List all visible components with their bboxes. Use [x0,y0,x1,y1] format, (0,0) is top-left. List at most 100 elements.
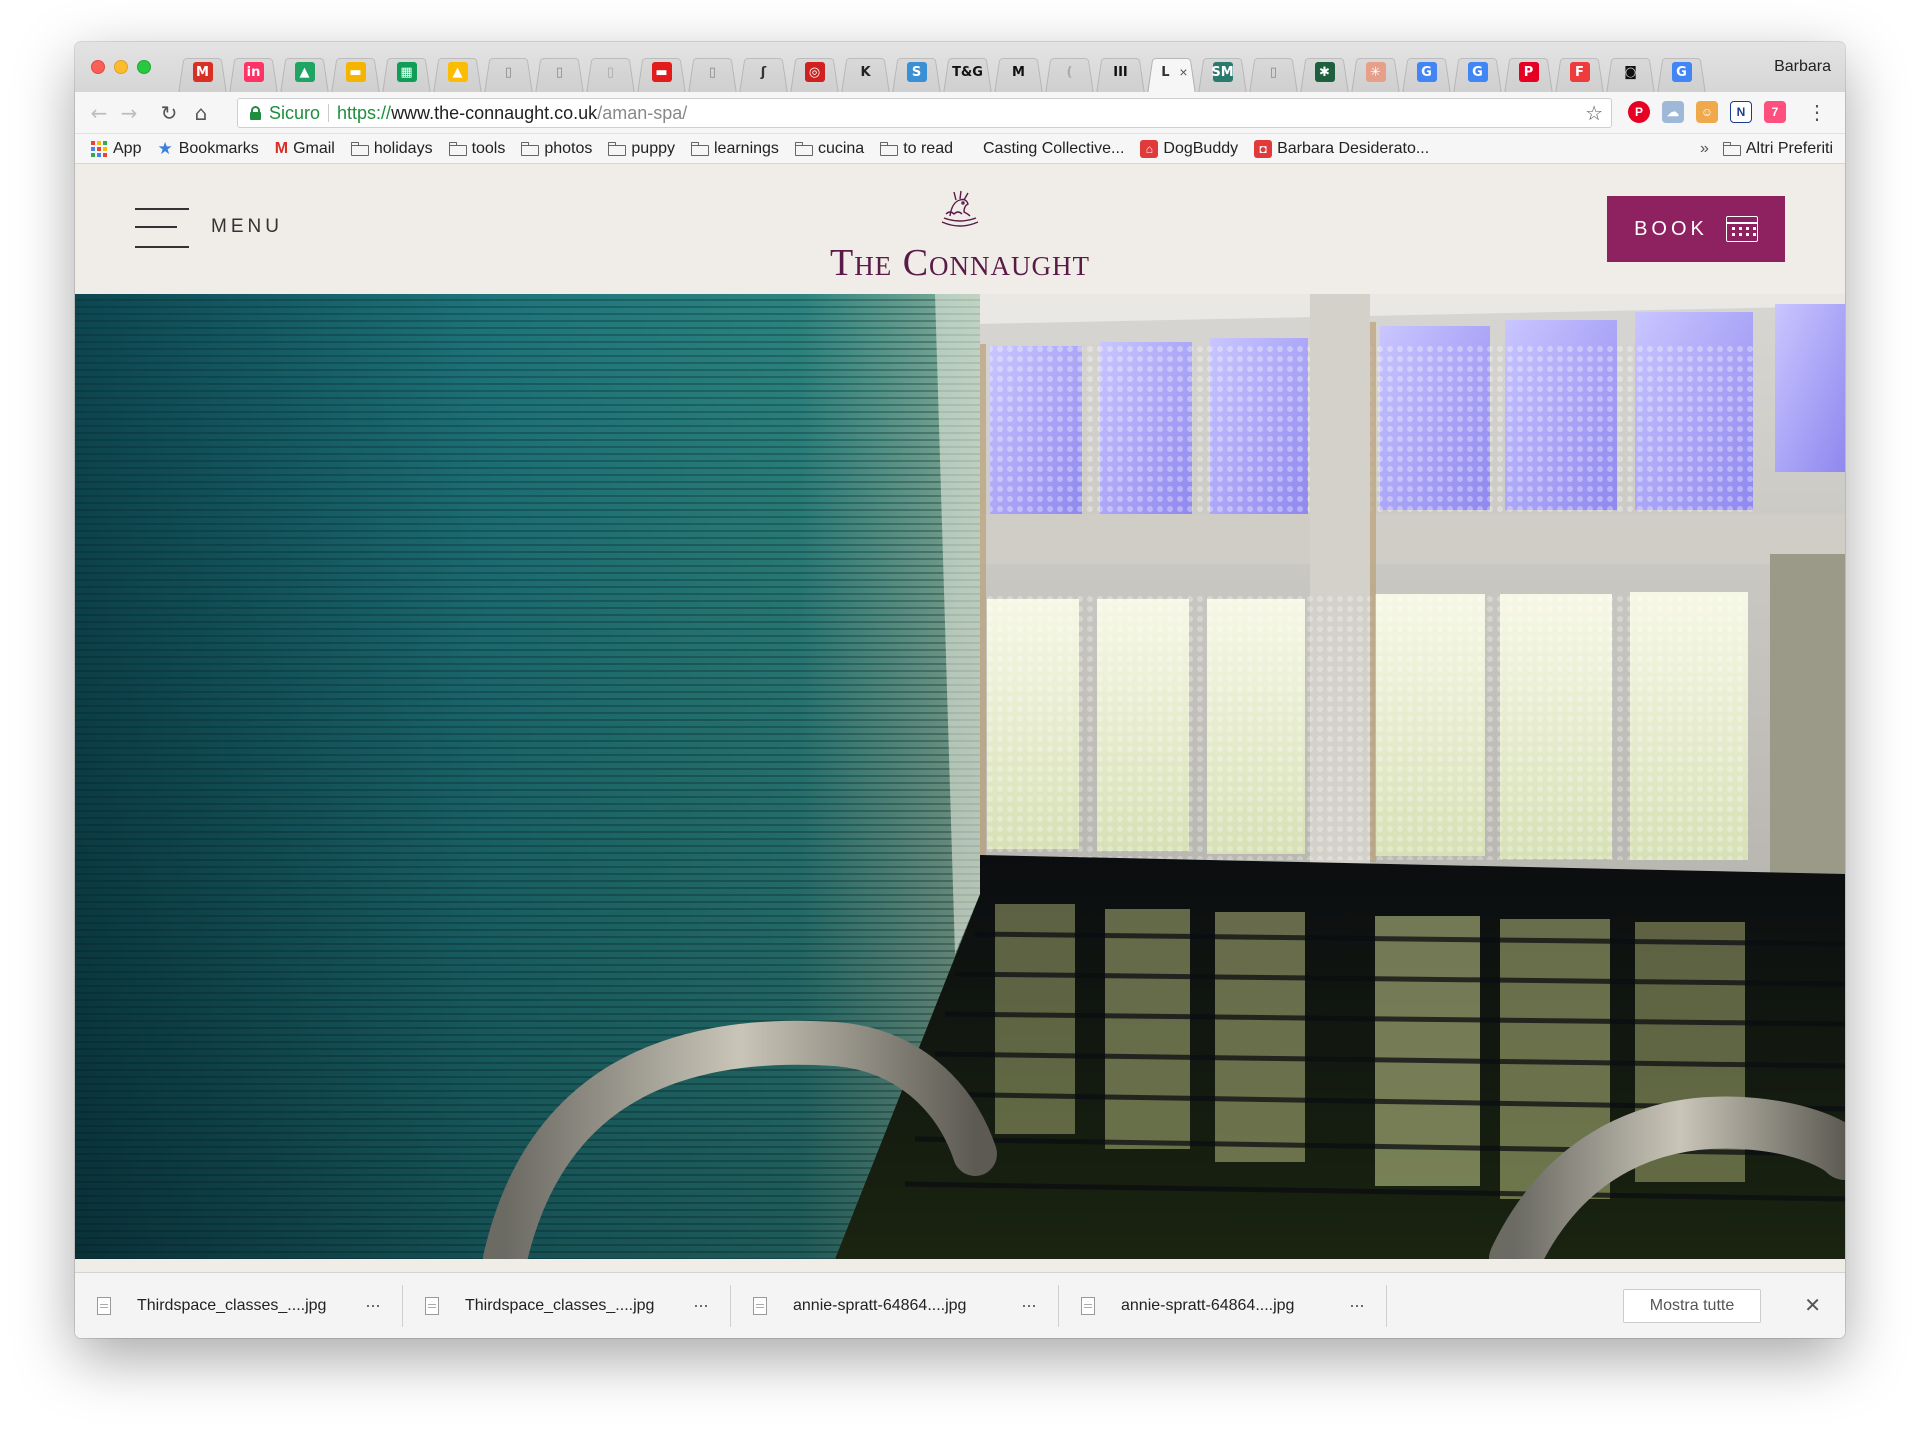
bookmark-app[interactable]: App [91,140,141,158]
tab[interactable]: S [891,52,942,92]
bookmark-casting-collective[interactable]: Casting Collective... [983,140,1124,158]
close-tab-icon[interactable]: × [1179,64,1187,80]
close-download-bar-icon[interactable]: ✕ [1804,1293,1821,1318]
tab[interactable]: in [228,52,279,92]
tab[interactable]: M [993,52,1044,92]
back-arrow-icon[interactable]: ← [87,101,111,125]
bookmark-red-icon: ◘ [1254,139,1273,158]
tab[interactable]: SM [1197,52,1248,92]
browser-menu-icon[interactable]: ⋮ [1807,100,1827,125]
logo-text: The Connaught [829,242,1091,284]
url-scheme: https:// [337,102,392,123]
download-item[interactable]: annie-spratt-64864....jpg ··· [731,1284,1059,1327]
minimize-window-button[interactable] [114,60,128,74]
tab-active[interactable]: L × [1146,52,1197,92]
maximize-window-button[interactable] [137,60,151,74]
document-icon: ▯ [1269,64,1278,80]
tab[interactable]: III [1095,52,1146,92]
more-options-icon[interactable]: ··· [1021,1295,1037,1316]
bookmark-gmail[interactable]: M Gmail [275,140,335,158]
tab[interactable]: ▯ [687,52,738,92]
k-icon: K [860,64,871,80]
bookmark-star-icon[interactable]: ☆ [1585,101,1603,126]
tab[interactable]: M [177,52,228,92]
tab[interactable]: ▯ [483,52,534,92]
file-icon [753,1296,767,1315]
pinterest-extension-icon[interactable]: P [1628,101,1650,123]
browser-toolbar: ← → ↻ ⌂ Sicuro https://www.the-connaught… [75,92,1845,134]
tab[interactable]: ▬ [330,52,381,92]
red-square-icon: ▬ [651,62,672,82]
spa-pool-photo [75,294,1845,1259]
green-logo-icon: SM [1211,62,1234,82]
address-bar[interactable]: Sicuro https://www.the-connaught.co.uk/a… [237,98,1612,128]
menu-label: MENU [211,216,283,237]
home-icon[interactable]: ⌂ [189,101,213,125]
site-logo[interactable]: The Connaught [830,188,1090,285]
more-options-icon[interactable]: ··· [693,1295,709,1316]
tab[interactable]: ʃ [738,52,789,92]
red-circle-icon: ◎ [804,62,825,82]
tab[interactable]: ◙ [1605,52,1656,92]
show-all-downloads-button[interactable]: Mostra tutte [1623,1288,1761,1323]
bookmark-tools[interactable]: tools [448,140,505,158]
bookmark-to-read[interactable]: to read [880,140,953,158]
character-extension-icon[interactable]: ☺ [1696,101,1718,123]
browser-window: Min ▲ ▬ ▦ ▲ ▯ ▯ ▯ ▬ ▯ ʃ ◎ K S T&G M(III L × SM ▯ ✱ ✳ G G P F ◙ G Ba… [75,42,1845,1338]
more-options-icon[interactable]: ··· [365,1295,381,1316]
folder-icon [521,141,540,156]
n-extension-icon[interactable]: N [1730,101,1752,123]
tab[interactable]: ▦ [381,52,432,92]
bookmark-dogbuddy[interactable]: ⌂ DogBuddy [1140,139,1238,158]
cloud-extension-icon[interactable]: ☁ [1662,101,1684,123]
tab[interactable]: ◎ [789,52,840,92]
bookmark-holidays[interactable]: holidays [350,140,433,158]
download-item[interactable]: Thirdspace_classes_....jpg ··· [403,1284,731,1327]
bookmark-puppy[interactable]: puppy [608,140,675,158]
document-icon: ▯ [504,64,513,80]
more-options-icon[interactable]: ··· [1349,1295,1365,1316]
folder-icon [448,141,467,156]
tab[interactable]: ▯ [1248,52,1299,92]
tab[interactable]: F [1554,52,1605,92]
folder-icon [880,141,899,156]
tab[interactable]: K [840,52,891,92]
google-sheets-icon: ▦ [396,62,417,82]
tab[interactable]: ( [1044,52,1095,92]
forward-arrow-icon[interactable]: → [117,101,141,125]
tab[interactable]: ▲ [279,52,330,92]
folder-icon [350,141,369,156]
tab[interactable]: G [1401,52,1452,92]
tab[interactable]: P [1503,52,1554,92]
badge-extension-icon[interactable]: 7 [1764,101,1786,123]
pinterest-icon: P [1518,62,1539,82]
google-keep-icon: ▲ [447,62,468,82]
tab[interactable]: ▯ [534,52,585,92]
profile-name[interactable]: Barbara [1774,58,1831,76]
window-controls [91,60,151,74]
bookmark-photos[interactable]: photos [521,140,592,158]
tab[interactable]: T&G [942,52,993,92]
tab[interactable]: ✳ [1350,52,1401,92]
download-item[interactable]: Thirdspace_classes_....jpg ··· [75,1284,403,1327]
close-window-button[interactable] [91,60,105,74]
tab[interactable]: ▯ [585,52,636,92]
tab[interactable]: ✱ [1299,52,1350,92]
menu-button[interactable]: MENU [135,206,283,248]
bookmarks-overflow-icon[interactable]: » [1700,140,1709,158]
bookmark-learnings[interactable]: learnings [691,140,779,158]
bookmark-cucina[interactable]: cucina [794,140,864,158]
bookmark-barbara-desiderato[interactable]: ◘ Barbara Desiderato... [1254,139,1429,158]
tab[interactable]: G [1452,52,1503,92]
bookmark-bookmarks[interactable]: ★ Bookmarks [157,139,258,159]
tab[interactable]: G [1656,52,1707,92]
tab[interactable]: ▬ [636,52,687,92]
bookmark-other[interactable]: Altri Preferiti [1722,140,1833,158]
download-item[interactable]: annie-spratt-64864....jpg ··· [1059,1284,1387,1327]
folder-icon [1722,141,1741,156]
tab[interactable]: ▲ [432,52,483,92]
url-path: /aman-spa/ [597,102,688,123]
folder-icon [794,141,813,156]
reload-icon[interactable]: ↻ [157,101,181,125]
book-button[interactable]: BOOK [1607,196,1785,262]
